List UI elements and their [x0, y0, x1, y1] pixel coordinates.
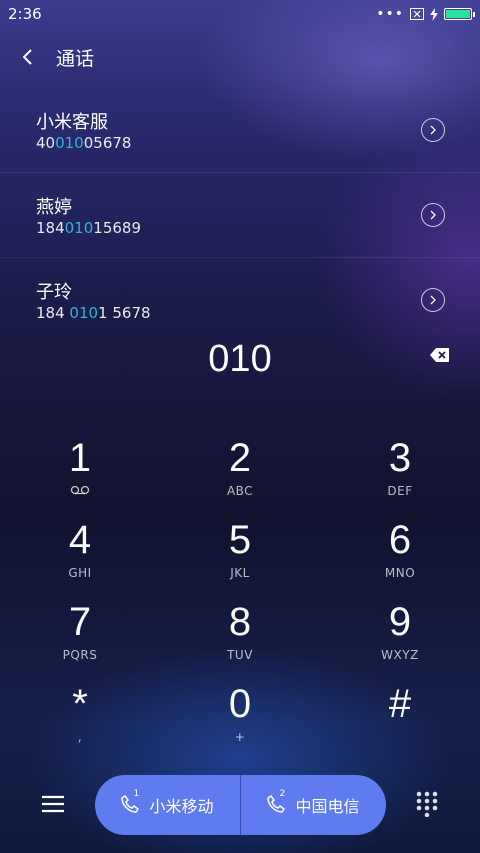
page-title: 通话: [56, 47, 95, 70]
key-letters: TUV: [227, 648, 253, 662]
chevron-right-icon: [430, 295, 436, 305]
status-time: 2:36: [8, 5, 42, 23]
key-7[interactable]: 7 PQRS: [20, 600, 140, 682]
key-digit: 3: [388, 436, 412, 480]
key-digit: 2: [228, 436, 252, 480]
chevron-right-icon: [430, 210, 436, 220]
backspace-button[interactable]: [430, 347, 450, 363]
key-0[interactable]: 0 +: [180, 682, 300, 764]
key-4[interactable]: 4 GHI: [20, 518, 140, 600]
key-9[interactable]: 9 WXYZ: [340, 600, 460, 682]
phone-icon: 1: [121, 789, 141, 815]
key-digit: #: [388, 682, 412, 726]
contact-details-button[interactable]: [421, 288, 445, 312]
key-letters: DEF: [387, 484, 413, 498]
sim2-label: 中国电信: [295, 797, 360, 816]
key-letters: JKL: [230, 566, 250, 580]
more-dots-icon: •••: [376, 6, 404, 22]
sim-off-icon: [410, 8, 424, 20]
key-3[interactable]: 3 DEF: [340, 436, 460, 518]
contact-details-button[interactable]: [421, 118, 445, 142]
contact-details-button[interactable]: [421, 203, 445, 227]
key-digit: 9: [388, 600, 412, 644]
chevron-left-icon: [22, 49, 32, 65]
sim1-label: 小米移动: [149, 797, 214, 816]
key-digit: 7: [68, 600, 92, 644]
contact-name: 子玲: [36, 282, 72, 303]
key-2[interactable]: 2 ABC: [180, 436, 300, 518]
key-6[interactable]: 6 MNO: [340, 518, 460, 600]
key-digit: *: [72, 682, 88, 726]
key-letters: ABC: [226, 484, 254, 498]
contact-row[interactable]: 小米客服 4001005678: [0, 88, 480, 173]
key-digit: 4: [68, 518, 92, 562]
key-letters: GHI: [68, 566, 92, 580]
call-sim2-button[interactable]: 2 中国电信: [240, 775, 386, 835]
key-digit: 0: [228, 682, 252, 726]
contact-suggestions: 小米客服 4001005678 燕婷 18401015689 子玲 184 01…: [0, 88, 480, 342]
back-button[interactable]: [0, 28, 56, 86]
contact-number: 184 0101 5678: [36, 304, 151, 322]
call-button-group: 1 小米移动 2 中国电信: [95, 775, 386, 835]
dialpad-icon: [416, 791, 438, 818]
contact-name: 小米客服: [36, 112, 108, 133]
sim-index: 2: [279, 789, 286, 799]
status-icons: •••: [376, 6, 475, 22]
key-digit: 5: [228, 518, 252, 562]
voicemail-icon: [20, 484, 140, 498]
menu-button[interactable]: [40, 793, 66, 815]
status-bar: 2:36 •••: [0, 0, 480, 28]
sim-index: 1: [133, 789, 140, 799]
call-sim1-button[interactable]: 1 小米移动: [95, 775, 240, 835]
header: 通话: [0, 28, 480, 86]
backspace-icon: [430, 348, 449, 362]
battery-icon: [444, 8, 475, 20]
key-digit: 1: [68, 436, 92, 480]
key-letters: ,: [77, 730, 83, 744]
contact-number: 4001005678: [36, 134, 132, 152]
phone-icon: 2: [267, 789, 287, 815]
key-digit: 8: [228, 600, 252, 644]
chevron-right-icon: [430, 125, 436, 135]
menu-icon: [42, 795, 64, 813]
contact-row[interactable]: 燕婷 18401015689: [0, 173, 480, 258]
key-1[interactable]: 1: [20, 436, 140, 518]
bottom-bar: 1 小米移动 2 中国电信: [0, 775, 480, 835]
key-letters: PQRS: [62, 648, 98, 662]
dialpad-toggle-button[interactable]: [416, 791, 438, 818]
key-8[interactable]: 8 TUV: [180, 600, 300, 682]
key-hash[interactable]: #: [340, 682, 460, 764]
key-letters: MNO: [384, 566, 416, 580]
contact-row[interactable]: 子玲 184 0101 5678: [0, 258, 480, 342]
dialed-number: 010: [208, 338, 272, 380]
key-digit: 6: [388, 518, 412, 562]
key-letters: +: [234, 730, 246, 744]
key-5[interactable]: 5 JKL: [180, 518, 300, 600]
contact-name: 燕婷: [36, 197, 72, 218]
key-star[interactable]: * ,: [20, 682, 140, 764]
charging-icon: [430, 7, 438, 21]
key-letters: WXYZ: [381, 648, 419, 662]
contact-number: 18401015689: [36, 219, 141, 237]
